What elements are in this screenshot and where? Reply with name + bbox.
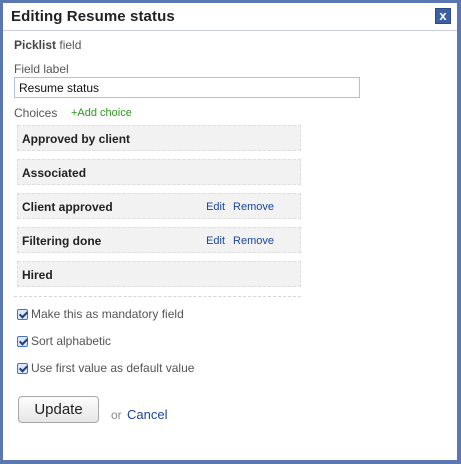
- choice-label: Approved by client: [22, 132, 131, 146]
- choice-label: Client approved: [22, 200, 113, 214]
- edit-choice-link[interactable]: Edit: [206, 235, 225, 247]
- default-value-checkbox[interactable]: [17, 362, 28, 374]
- choice-item[interactable]: Client approved Edit Remove: [17, 193, 301, 219]
- close-button[interactable]: x: [435, 8, 451, 24]
- divider: [14, 296, 301, 297]
- mandatory-option[interactable]: Make this as mandatory field: [17, 307, 184, 321]
- choice-item[interactable]: Filtering done Edit Remove: [17, 227, 301, 253]
- or-text: or: [111, 408, 122, 422]
- remove-choice-link[interactable]: Remove: [233, 201, 274, 213]
- choice-actions: Edit Remove: [198, 201, 274, 213]
- choice-item[interactable]: Associated: [17, 159, 301, 185]
- sort-alphabetic-label: Sort alphabetic: [31, 334, 112, 348]
- field-label-caption: Field label: [14, 62, 69, 76]
- dialog-body: Editing Resume status x Picklist field F…: [3, 3, 457, 460]
- mandatory-checkbox[interactable]: [17, 308, 28, 320]
- choice-item[interactable]: Approved by client: [17, 125, 301, 151]
- edit-choice-link[interactable]: Edit: [206, 201, 225, 213]
- close-icon: x: [439, 8, 447, 23]
- choice-label: Filtering done: [22, 234, 102, 248]
- choice-label: Associated: [22, 166, 87, 180]
- choices-caption: Choices: [14, 106, 58, 120]
- field-type-text: Picklist field: [14, 38, 81, 52]
- cancel-link[interactable]: Cancel: [127, 407, 167, 422]
- field-type-name: Picklist: [14, 38, 57, 52]
- choice-label: Hired: [22, 268, 53, 282]
- choice-item[interactable]: Hired: [17, 261, 301, 287]
- sort-alphabetic-option[interactable]: Sort alphabetic: [17, 334, 111, 348]
- sort-alphabetic-checkbox[interactable]: [17, 335, 28, 347]
- choice-actions: Edit Remove: [198, 235, 274, 247]
- field-type-suffix: field: [56, 38, 82, 52]
- default-value-option[interactable]: Use first value as default value: [17, 361, 194, 375]
- field-label-input[interactable]: [14, 77, 360, 98]
- update-button[interactable]: Update: [18, 396, 99, 423]
- remove-choice-link[interactable]: Remove: [233, 235, 274, 247]
- mandatory-label: Make this as mandatory field: [31, 307, 184, 321]
- edit-field-dialog: Editing Resume status x Picklist field F…: [0, 0, 461, 464]
- dialog-title: Editing Resume status: [11, 8, 175, 25]
- choices-list: Approved by client Associated Client app…: [17, 125, 301, 295]
- dialog-titlebar: Editing Resume status x: [3, 3, 457, 31]
- default-value-label: Use first value as default value: [31, 361, 195, 375]
- add-choice-link[interactable]: +Add choice: [71, 107, 132, 119]
